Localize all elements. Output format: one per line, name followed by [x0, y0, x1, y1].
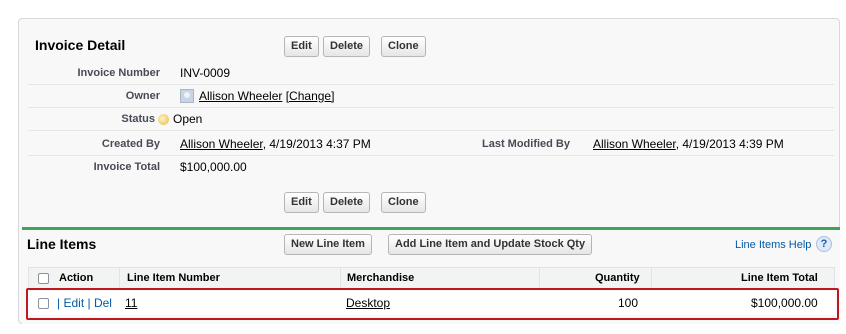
status-label: Status	[121, 113, 155, 125]
column-header-merchandise[interactable]: Merchandise	[347, 268, 414, 289]
created-by-link[interactable]: Allison Wheeler	[180, 137, 263, 151]
column-header-line-item-number[interactable]: Line Item Number	[127, 268, 220, 289]
status-value: Open	[173, 112, 203, 126]
avatar	[180, 89, 194, 103]
delete-button[interactable]: Delete	[323, 36, 371, 57]
column-header-quantity[interactable]: Quantity	[595, 268, 640, 289]
field-row-invoice-total: Invoice Total $100,000.00	[28, 156, 834, 178]
help-icon[interactable]: ?	[816, 236, 832, 252]
field-row-created-by: Created By Allison Wheeler, 4/19/2013 4:…	[28, 133, 834, 156]
line-items-help-link[interactable]: Line Items Help	[735, 239, 811, 251]
created-by-label: Created By	[101, 138, 160, 150]
owner-change-link[interactable]: [Change]	[286, 89, 335, 103]
invoice-number-label: Invoice Number	[77, 67, 160, 79]
invoice-total-value: $100,000.00	[180, 160, 247, 174]
clone-button-bottom[interactable]: Clone	[381, 192, 426, 213]
last-modified-link[interactable]: Allison Wheeler	[593, 137, 676, 151]
column-header-action: Action	[59, 272, 94, 284]
column-header-line-item-total[interactable]: Line Item Total	[741, 268, 818, 289]
last-modified-date: , 4/19/2013 4:39 PM	[675, 137, 784, 151]
invoice-number-value: INV-0009	[180, 66, 231, 80]
new-line-item-button[interactable]: New Line Item	[284, 234, 372, 255]
status-info-icon	[158, 114, 169, 126]
last-modified-label: Last Modified By	[481, 138, 570, 150]
edit-button[interactable]: Edit	[284, 36, 319, 57]
add-line-item-update-stock-button[interactable]: Add Line Item and Update Stock Qty	[388, 234, 593, 255]
created-by-date: , 4/19/2013 4:37 PM	[262, 137, 371, 151]
select-all-checkbox[interactable]	[38, 273, 49, 284]
line-items-title: Line Items	[27, 236, 97, 252]
delete-button-bottom[interactable]: Delete	[323, 192, 371, 213]
table-header: Action Line Item Number Merchandise Quan…	[28, 267, 835, 290]
clone-button[interactable]: Clone	[381, 36, 426, 57]
owner-label: Owner	[125, 90, 160, 102]
field-row-owner: Owner Allison Wheeler [Change]	[28, 85, 834, 108]
field-row-invoice-number: Invoice Number INV-0009	[28, 62, 834, 85]
invoice-total-label: Invoice Total	[93, 161, 160, 173]
detail-title: Invoice Detail	[35, 37, 126, 53]
owner-link[interactable]: Allison Wheeler	[199, 89, 282, 103]
row-highlight-box	[26, 288, 839, 320]
field-row-status: Status Open	[28, 108, 834, 131]
edit-button-bottom[interactable]: Edit	[284, 192, 319, 213]
